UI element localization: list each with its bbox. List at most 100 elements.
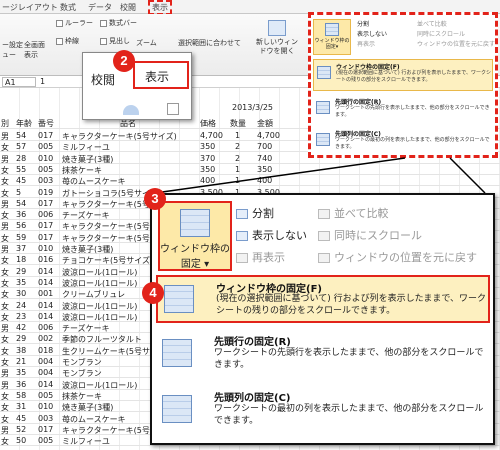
entry1-desc: (現在の選択範囲に基づいて) 行および列を表示したままで、ワークシートの残りの部… (216, 294, 486, 316)
tab-data[interactable]: データ (88, 2, 112, 13)
name-box[interactable]: A1 (2, 77, 36, 87)
table-cell: 57 (16, 142, 27, 152)
header-amount: 金額 (257, 119, 273, 128)
freeze-panes-button[interactable]: ウィンドウ枠の 固定 ▾ (158, 201, 232, 271)
header-age: 年齢 (16, 119, 32, 128)
full-screen-label[interactable]: 全画面 (24, 40, 45, 50)
step-badge-4: 4 (142, 282, 164, 304)
freeze-first-column-icon (162, 395, 192, 423)
checkbox-icon (100, 37, 107, 45)
connector-lines (154, 157, 486, 194)
header-price: 価格 (200, 119, 216, 128)
step-badge-3: 3 (144, 188, 166, 210)
table-cell: 54 (16, 198, 27, 208)
tab-view[interactable]: 表示 (148, 0, 172, 15)
table-cell: 005 (38, 142, 54, 152)
table-cell: 35 (16, 368, 27, 378)
table-cell: 42 (16, 323, 27, 333)
table-cell: 18 (16, 255, 27, 265)
unhide-icon (236, 253, 248, 263)
menu-entry-freeze-panes[interactable]: ウィンドウ枠の固定(F) (現在の選択範囲に基づいて) 行および列を表示したまま… (156, 275, 490, 323)
sync-scroll-button: 同時にスクロール (318, 227, 422, 243)
menu-entry-freeze-top-row[interactable]: 先頭行の固定(R) ワークシートの先頭行を表示したままで、他の部分をスクロールで… (156, 329, 490, 379)
table-cell: 55 (16, 164, 27, 174)
ruler-checkbox[interactable]: ルーラー (56, 18, 93, 28)
table-cell: 28 (16, 153, 27, 163)
mini-hide[interactable]: 表示しない (357, 29, 387, 38)
zoom-icon (123, 105, 139, 115)
checkbox-icon (56, 19, 63, 27)
checkbox-icon (56, 37, 63, 45)
sync-scroll-icon (318, 231, 330, 241)
page-setup-label[interactable]: ー設定 (2, 40, 23, 50)
mini-freeze-button[interactable]: ウィンドウ枠の固定▾ (313, 19, 351, 55)
table-cell: 59 (16, 232, 27, 242)
table-cell: 31 (16, 402, 27, 412)
table-cell: 女 (1, 437, 9, 447)
table-cell: 001 (38, 289, 54, 299)
freeze-panes-icon (325, 23, 339, 36)
freeze-top-row-icon (316, 101, 330, 114)
reset-position-icon (318, 253, 330, 263)
entry2-title: 先頭行の固定(R) (214, 337, 291, 348)
tab-formulas[interactable]: 数式 (60, 2, 76, 13)
table-cell: 23 (16, 311, 27, 321)
mini-entry-freeze[interactable]: ウィンドウ枠の固定(F) (現在の選択範囲に基づいて) 行および列を表示したまま… (313, 59, 493, 91)
formula-bar-checkbox[interactable]: 数式バー (100, 18, 137, 28)
table-cell: 21 (16, 357, 27, 366)
table-cell: 700 (257, 142, 273, 152)
table-cell: 017 (38, 131, 54, 140)
zoom-to-selection-button[interactable]: 選択範囲に合わせて (178, 38, 241, 48)
new-window-icon (268, 20, 286, 36)
table-cell: 014 (38, 311, 54, 321)
table-cell: 2 (235, 142, 241, 152)
table-cell: 50 (16, 436, 27, 446)
header-gender: 別 (1, 119, 9, 128)
table-cell: 003 (38, 176, 54, 186)
gridlines-checkbox[interactable]: 枠線 (56, 36, 79, 46)
zoom-button[interactable]: ズーム (136, 38, 157, 48)
table-cell: 30 (16, 289, 27, 299)
split-button[interactable]: 分割 (236, 205, 274, 221)
table-cell: 010 (38, 153, 54, 163)
tab-page-layout[interactable]: ージレイアウト (2, 2, 58, 13)
table-cell: 019 (38, 187, 54, 197)
new-window-button[interactable]: 新しいウィンドウを開く (255, 20, 299, 56)
table-cell: 52 (16, 424, 27, 434)
table-cell: 29 (16, 334, 27, 344)
table-cell: 014 (38, 266, 54, 276)
freeze-panes-menu: ウィンドウ枠の 固定 ▾ 分割 表示しない 再表示 並べて比較 同時にスクロール… (150, 193, 495, 445)
tab-review-zoom[interactable]: 校閲 (91, 71, 115, 88)
menu-entry-freeze-first-col[interactable]: 先頭列の固定(C) ワークシートの最初の列を表示したままで、他の部分をスクロール… (156, 385, 490, 437)
table-cell: 014 (38, 277, 54, 287)
tab-review[interactable]: 校閲 (120, 2, 136, 13)
mini-entry-freeze-top-row[interactable]: 先頭行の固定(R) ワークシートの先頭行を表示したままで、他の部分をスクロールで… (313, 95, 493, 125)
table-cell: 014 (38, 300, 54, 310)
hide-button[interactable]: 表示しない (236, 227, 307, 243)
checkbox-icon (100, 19, 107, 27)
table-cell: 006 (38, 210, 54, 220)
freeze-top-row-icon (162, 339, 192, 367)
table-cell: 003 (38, 413, 54, 423)
header-number: 番号 (38, 119, 54, 128)
tab-view-zoom[interactable]: 表示 (133, 61, 189, 89)
freeze-label-line2: 固定 ▾ (180, 259, 210, 270)
table-cell: ミルフィーユ (62, 437, 110, 447)
table-cell: 5 (16, 187, 22, 197)
entry2-desc: ワークシートの先頭行を表示したままで、他の部分をスクロールできます。 (214, 348, 484, 370)
header-qty: 数量 (230, 119, 246, 128)
formula-value[interactable]: 1 (40, 77, 45, 86)
mini-entry-freeze-first-col[interactable]: 先頭列の固定(C) ワークシートの最初の列を表示したままで、他の部分をスクロール… (313, 127, 493, 157)
freeze-first-column-icon (316, 133, 330, 146)
headings-checkbox[interactable]: 見出し (100, 36, 130, 46)
table-cell: 004 (38, 357, 54, 366)
mini-split[interactable]: 分割 (357, 19, 369, 28)
table-cell: 36 (16, 210, 27, 220)
table-cell: 006 (38, 323, 54, 333)
table-cell: 56 (16, 221, 27, 231)
table-cell: 010 (38, 244, 54, 253)
table-cell: 45 (16, 176, 27, 186)
table-cell: 014 (38, 379, 54, 389)
step-badge-2: 2 (113, 50, 135, 72)
table-cell: 017 (38, 424, 54, 434)
